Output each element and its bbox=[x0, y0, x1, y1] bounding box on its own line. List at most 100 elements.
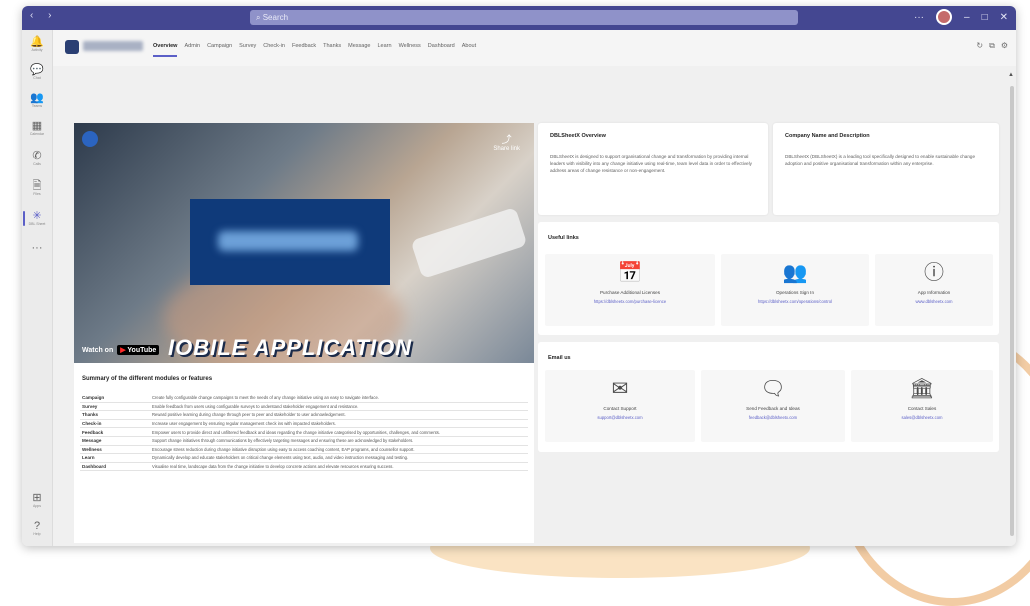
tab-thanks[interactable]: Thanks bbox=[323, 43, 341, 49]
tab-bar: Overview Admin Campaign Survey Check-in … bbox=[153, 43, 476, 57]
calendar-icon: ▦ bbox=[31, 120, 43, 132]
link-url[interactable]: https://dblsheetx.com/operations/control bbox=[721, 299, 869, 304]
link-url[interactable]: https://dblsheetx.com/purchase-licence bbox=[545, 299, 715, 304]
email-us-panel: Email us ✉ Contact Support support@dblsh… bbox=[538, 342, 999, 452]
feature-description: Dynamically develop and educate stakehol… bbox=[150, 453, 528, 463]
minimize-icon[interactable]: – bbox=[964, 12, 970, 23]
link-url[interactable]: www.dblsheetx.com bbox=[875, 299, 993, 304]
table-row: Wellness Encourage stress reduction durin… bbox=[80, 445, 528, 455]
feature-description: Enable feedback from users using configu… bbox=[150, 402, 528, 412]
scrollbar[interactable] bbox=[1010, 86, 1014, 536]
rail-item-app[interactable]: ✳ DBL Sheet bbox=[22, 210, 52, 227]
email-address[interactable]: sales@dblsheetx.com bbox=[851, 415, 993, 420]
scroll-up-icon[interactable]: ▲ bbox=[1008, 72, 1014, 78]
rail-item-calendar[interactable]: ▦ Calendar bbox=[22, 120, 52, 137]
email-tile-support[interactable]: ✉ Contact Support support@dblsheetx.com bbox=[545, 370, 695, 442]
feature-description: Empower users to provide direct and unfi… bbox=[150, 427, 528, 437]
phone-icon: ✆ bbox=[32, 150, 42, 162]
header-actions: ↻ ⧉ ⚙ bbox=[976, 41, 1008, 51]
feature-name: Feedback bbox=[80, 427, 150, 437]
video-logo bbox=[218, 231, 358, 251]
tab-message[interactable]: Message bbox=[348, 43, 370, 49]
email-tile-feedback[interactable]: 🗨 Send Feedback and Ideas feedback@dblsh… bbox=[701, 370, 845, 442]
tab-admin[interactable]: Admin bbox=[184, 43, 200, 49]
feature-name: Survey bbox=[80, 402, 150, 412]
rail-item-activity[interactable]: 🔔 Activity bbox=[22, 36, 52, 53]
company-title: Company Name and Description bbox=[785, 133, 870, 139]
rail-item-files[interactable]: 🗎 Files bbox=[22, 180, 52, 197]
share-button[interactable]: ⤴ Share link bbox=[493, 131, 520, 152]
more-options-icon[interactable]: ··· bbox=[914, 12, 924, 23]
search-placeholder: Search bbox=[262, 13, 289, 22]
tab-survey[interactable]: Survey bbox=[239, 43, 256, 49]
refresh-icon[interactable]: ↻ bbox=[976, 41, 983, 51]
watch-on-youtube[interactable]: Watch on YouTube bbox=[82, 345, 160, 355]
tab-dashboard[interactable]: Dashboard bbox=[428, 43, 455, 49]
useful-links-title: Useful links bbox=[548, 235, 579, 241]
useful-links-panel: Useful links 📅 Purchase Additional Licen… bbox=[538, 222, 999, 335]
bank-icon: 🏛 bbox=[909, 378, 935, 400]
tab-campaign[interactable]: Campaign bbox=[207, 43, 232, 49]
summary-title: Summary of the different modules or feat… bbox=[82, 376, 213, 382]
close-icon[interactable]: ✕ bbox=[1000, 12, 1008, 23]
chat-icon: 💬 bbox=[30, 64, 44, 76]
feature-description: Support change initiatives through commu… bbox=[150, 436, 528, 446]
video-caption: IOBILE APPLICATION bbox=[168, 335, 413, 360]
info-icon: ⓘ bbox=[924, 262, 944, 284]
table-row: Dashboard Visualise real time, landscape … bbox=[80, 462, 528, 472]
feature-name: Message bbox=[80, 436, 150, 446]
popout-icon[interactable]: ⧉ bbox=[989, 41, 995, 51]
rail-item-help[interactable]: ? Help bbox=[22, 520, 52, 537]
table-row: Check-in Increase user engagement by ensu… bbox=[80, 419, 528, 429]
company-text: DBLSheetX (DBLSheetX) is a leading tool … bbox=[785, 154, 975, 166]
app-name bbox=[83, 41, 143, 51]
operations-sign-in-icon: 👥 bbox=[782, 262, 808, 284]
rail-item-teams[interactable]: 👥 Teams bbox=[22, 92, 52, 109]
app-window: ‹ › ⌕ Search ··· – □ ✕ 🔔 Activity 💬 Chat 👥… bbox=[22, 6, 1016, 546]
app-header: Overview Admin Campaign Survey Check-in … bbox=[53, 30, 1016, 66]
tab-check-in[interactable]: Check-in bbox=[263, 43, 285, 49]
feature-description: Create fully configurable change campaig… bbox=[150, 394, 528, 403]
table-row: Campaign Create fully configurable change… bbox=[80, 394, 528, 403]
email-address[interactable]: feedback@dblsheetx.com bbox=[701, 415, 845, 420]
tab-overview[interactable]: Overview bbox=[153, 43, 178, 57]
back-forward-arrows[interactable]: ‹ › bbox=[30, 10, 57, 21]
video-player[interactable]: ⤴Share link Watch on YouTube IOBILE APPL… bbox=[74, 123, 534, 363]
tab-feedback[interactable]: Feedback bbox=[292, 43, 316, 49]
feature-name: Check-in bbox=[80, 419, 150, 429]
files-icon: 🗎 bbox=[32, 180, 42, 192]
overview-text: DBLSheetX is designed to support organis… bbox=[550, 154, 752, 173]
feature-name: Dashboard bbox=[80, 462, 150, 472]
email-address[interactable]: support@dblsheetx.com bbox=[545, 415, 695, 420]
search-icon: ⌕ bbox=[256, 13, 263, 22]
link-tile-app-info[interactable]: ⓘ App Information www.dblsheetx.com bbox=[875, 254, 993, 326]
table-row: Survey Enable feedback from users using c… bbox=[80, 402, 528, 412]
search-input[interactable]: ⌕ Search bbox=[250, 10, 798, 25]
tab-learn[interactable]: Learn bbox=[378, 43, 392, 49]
rail-item-chat[interactable]: 💬 Chat bbox=[22, 64, 52, 81]
link-tile-operations[interactable]: 👥 Operations Sign In https://dblsheetx.c… bbox=[721, 254, 869, 326]
share-icon: ⤴ bbox=[501, 135, 512, 146]
tab-wellness[interactable]: Wellness bbox=[399, 43, 421, 49]
avatar[interactable] bbox=[936, 9, 952, 25]
table-row: Learn Dynamically develop and educate sta… bbox=[80, 453, 528, 463]
video-phone-image bbox=[410, 206, 528, 280]
rail-item-apps[interactable]: ⊞ Apps bbox=[22, 492, 52, 509]
bell-icon: 🔔 bbox=[30, 36, 44, 48]
purchase-licenses-icon: 📅 bbox=[617, 262, 643, 284]
title-bar: ‹ › ⌕ Search ··· – □ ✕ bbox=[22, 6, 1016, 30]
maximize-icon[interactable]: □ bbox=[982, 12, 988, 23]
tab-about[interactable]: About bbox=[462, 43, 476, 49]
link-tile-purchase[interactable]: 📅 Purchase Additional Licenses https://d… bbox=[545, 254, 715, 326]
window-controls: ··· – □ ✕ bbox=[914, 9, 1008, 25]
feature-name: Thanks bbox=[80, 410, 150, 420]
feature-description: Reward positive learning during change t… bbox=[150, 410, 528, 420]
overview-title: DBLSheetX Overview bbox=[550, 133, 606, 139]
email-tile-sales[interactable]: 🏛 Contact Sales sales@dblsheetx.com bbox=[851, 370, 993, 442]
rail-item-more[interactable]: ··· bbox=[22, 242, 52, 254]
channel-avatar[interactable] bbox=[82, 131, 98, 147]
settings-icon[interactable]: ⚙ bbox=[1001, 41, 1008, 51]
feedback-icon: 🗨 bbox=[760, 378, 786, 400]
feature-description: Increase user engagement by ensuring reg… bbox=[150, 419, 528, 429]
rail-item-calls[interactable]: ✆ Calls bbox=[22, 150, 52, 167]
